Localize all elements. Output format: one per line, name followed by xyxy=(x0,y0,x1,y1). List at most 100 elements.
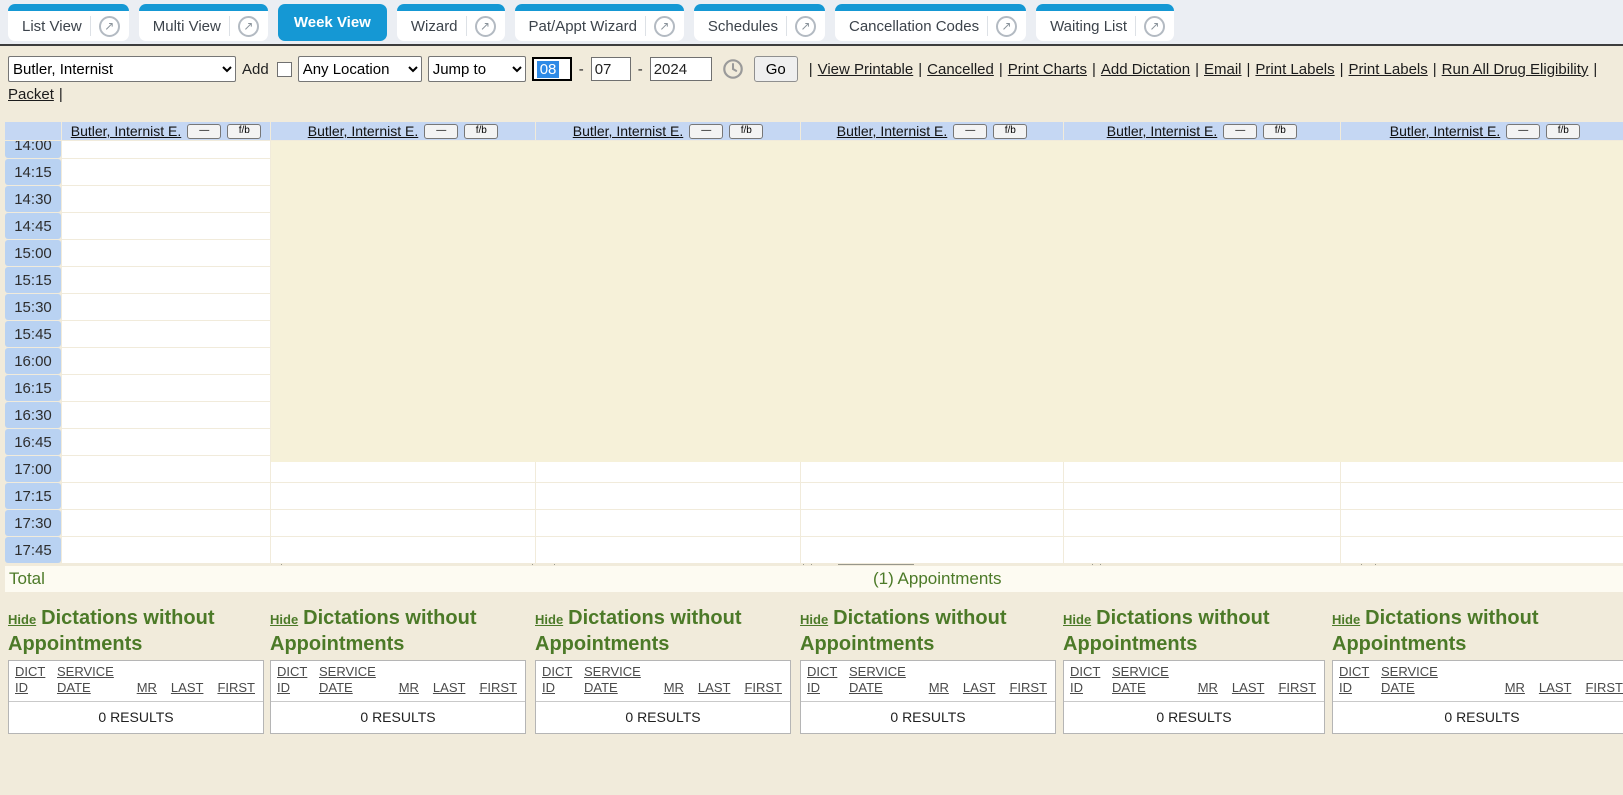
sort-dict-id[interactable]: DICTID xyxy=(807,664,849,696)
open-in-new-icon[interactable]: ↗ xyxy=(996,16,1017,37)
sort-last[interactable]: LAST xyxy=(698,680,731,696)
time-label: 16:00 xyxy=(5,348,61,374)
provider-select[interactable]: Butler, Internist xyxy=(8,56,236,82)
open-in-new-icon[interactable]: ↗ xyxy=(475,16,496,37)
sort-service-date[interactable]: SERVICEDATE xyxy=(1112,664,1182,696)
tab-label: Waiting List xyxy=(1050,18,1127,35)
go-button[interactable]: Go xyxy=(754,56,798,82)
sort-first[interactable]: FIRST xyxy=(1009,680,1047,696)
hide-link[interactable]: Hide xyxy=(8,612,36,627)
minus-button[interactable]: — xyxy=(1223,124,1257,139)
hide-link[interactable]: Hide xyxy=(270,612,298,627)
tab-list-view[interactable]: List View↗ xyxy=(8,4,129,41)
hide-link[interactable]: Hide xyxy=(1063,612,1091,627)
sort-dict-id[interactable]: DICTID xyxy=(15,664,57,696)
jump-to-select[interactable]: Jump to xyxy=(428,56,526,82)
link-view-printable[interactable]: View Printable xyxy=(818,61,914,78)
dictations-panel: HideDictations without AppointmentsDICTI… xyxy=(800,606,1056,734)
sort-service-date[interactable]: SERVICEDATE xyxy=(849,664,919,696)
sort-first[interactable]: FIRST xyxy=(479,680,517,696)
tab-schedules[interactable]: Schedules↗ xyxy=(694,4,825,41)
sort-mr[interactable]: MR xyxy=(929,680,949,696)
hide-link[interactable]: Hide xyxy=(1332,612,1360,627)
sort-first[interactable]: FIRST xyxy=(1278,680,1316,696)
minus-button[interactable]: — xyxy=(689,124,723,139)
link-print-labels[interactable]: Print Labels xyxy=(1255,61,1334,78)
grid-corner-cell xyxy=(5,122,61,140)
fb-button[interactable]: f/b xyxy=(1546,124,1580,139)
sort-last[interactable]: LAST xyxy=(171,680,204,696)
date-day-input[interactable]: 07 xyxy=(591,57,631,81)
provider-column-link[interactable]: Butler, Internist E. xyxy=(308,123,419,139)
tab-accent-bar xyxy=(835,4,1026,11)
sort-last[interactable]: LAST xyxy=(1539,680,1572,696)
minus-button[interactable]: — xyxy=(424,124,458,139)
link-print-charts[interactable]: Print Charts xyxy=(1008,61,1087,78)
open-in-new-icon[interactable]: ↗ xyxy=(238,16,259,37)
sort-dict-id[interactable]: DICTID xyxy=(1339,664,1381,696)
fb-button[interactable]: f/b xyxy=(993,124,1027,139)
sort-last[interactable]: LAST xyxy=(1232,680,1265,696)
sort-first[interactable]: FIRST xyxy=(217,680,255,696)
minus-button[interactable]: — xyxy=(187,124,221,139)
open-in-new-icon[interactable]: ↗ xyxy=(654,16,675,37)
fb-button[interactable]: f/b xyxy=(227,124,261,139)
fb-button[interactable]: f/b xyxy=(464,124,498,139)
provider-column-link[interactable]: Butler, Internist E. xyxy=(837,123,948,139)
sort-service-date[interactable]: SERVICEDATE xyxy=(584,664,654,696)
tab-accent-bar xyxy=(397,4,505,11)
sort-last[interactable]: LAST xyxy=(963,680,996,696)
minus-button[interactable]: — xyxy=(1506,124,1540,139)
link-packet[interactable]: Packet xyxy=(8,86,54,103)
sort-mr[interactable]: MR xyxy=(664,680,684,696)
open-in-new-icon[interactable]: ↗ xyxy=(1144,16,1165,37)
sort-last[interactable]: LAST xyxy=(433,680,466,696)
link-run-all-drug-eligibility[interactable]: Run All Drug Eligibility xyxy=(1442,61,1589,78)
sort-first[interactable]: FIRST xyxy=(744,680,782,696)
sort-service-date[interactable]: SERVICEDATE xyxy=(57,664,127,696)
sort-mr[interactable]: MR xyxy=(137,680,157,696)
sort-service-date[interactable]: SERVICEDATE xyxy=(319,664,389,696)
hide-link[interactable]: Hide xyxy=(800,612,828,627)
link-print-labels[interactable]: Print Labels xyxy=(1349,61,1428,78)
appointment-slot-button-partial[interactable] xyxy=(838,564,914,565)
provider-column-link[interactable]: Butler, Internist E. xyxy=(71,123,182,139)
date-year-input[interactable]: 2024 xyxy=(650,57,712,81)
link-add-dictation[interactable]: Add Dictation xyxy=(1101,61,1190,78)
sort-mr[interactable]: MR xyxy=(1505,680,1525,696)
clock-icon[interactable] xyxy=(722,58,744,80)
link-cancelled[interactable]: Cancelled xyxy=(927,61,994,78)
sort-service-date[interactable]: SERVICEDATE xyxy=(1381,664,1451,696)
provider-column-link[interactable]: Butler, Internist E. xyxy=(573,123,684,139)
provider-column-link[interactable]: Butler, Internist E. xyxy=(1390,123,1501,139)
sort-dict-id[interactable]: DICTID xyxy=(1070,664,1112,696)
dictations-table-header: DICTIDSERVICEDATE MR LAST FIRST xyxy=(536,661,790,702)
schedule-open-block xyxy=(1341,141,1623,462)
tab-week-view[interactable]: Week View xyxy=(278,4,387,41)
add-checkbox[interactable] xyxy=(277,62,292,77)
sort-dict-id[interactable]: DICTID xyxy=(277,664,319,696)
location-select[interactable]: Any Location xyxy=(298,56,422,82)
date-month-input[interactable]: 08 xyxy=(532,57,572,81)
sort-dict-id[interactable]: DICTID xyxy=(542,664,584,696)
provider-column-link[interactable]: Butler, Internist E. xyxy=(1107,123,1218,139)
tab-cancellation-codes[interactable]: Cancellation Codes↗ xyxy=(835,4,1026,41)
tab-accent-bar xyxy=(1036,4,1174,11)
sort-mr[interactable]: MR xyxy=(1198,680,1218,696)
tab-multi-view[interactable]: Multi View↗ xyxy=(139,4,268,41)
fb-button[interactable]: f/b xyxy=(1263,124,1297,139)
fb-button[interactable]: f/b xyxy=(729,124,763,139)
minus-button[interactable]: — xyxy=(953,124,987,139)
open-in-new-icon[interactable]: ↗ xyxy=(795,16,816,37)
slot-cell xyxy=(62,429,270,455)
hide-link[interactable]: Hide xyxy=(535,612,563,627)
link-email[interactable]: Email xyxy=(1204,61,1242,78)
sort-mr[interactable]: MR xyxy=(399,680,419,696)
tab-pat-appt-wizard[interactable]: Pat/Appt Wizard↗ xyxy=(515,4,684,41)
toolbar-links: |View Printable|Cancelled|Print Charts|A… xyxy=(804,61,1603,78)
tab-waiting-list[interactable]: Waiting List ↗ xyxy=(1036,4,1174,41)
open-in-new-icon[interactable]: ↗ xyxy=(99,16,120,37)
sort-first[interactable]: FIRST xyxy=(1585,680,1623,696)
dictations-table: DICTIDSERVICEDATEMRLASTFIRST0 RESULTS xyxy=(1332,660,1623,734)
tab-wizard[interactable]: Wizard↗ xyxy=(397,4,505,41)
